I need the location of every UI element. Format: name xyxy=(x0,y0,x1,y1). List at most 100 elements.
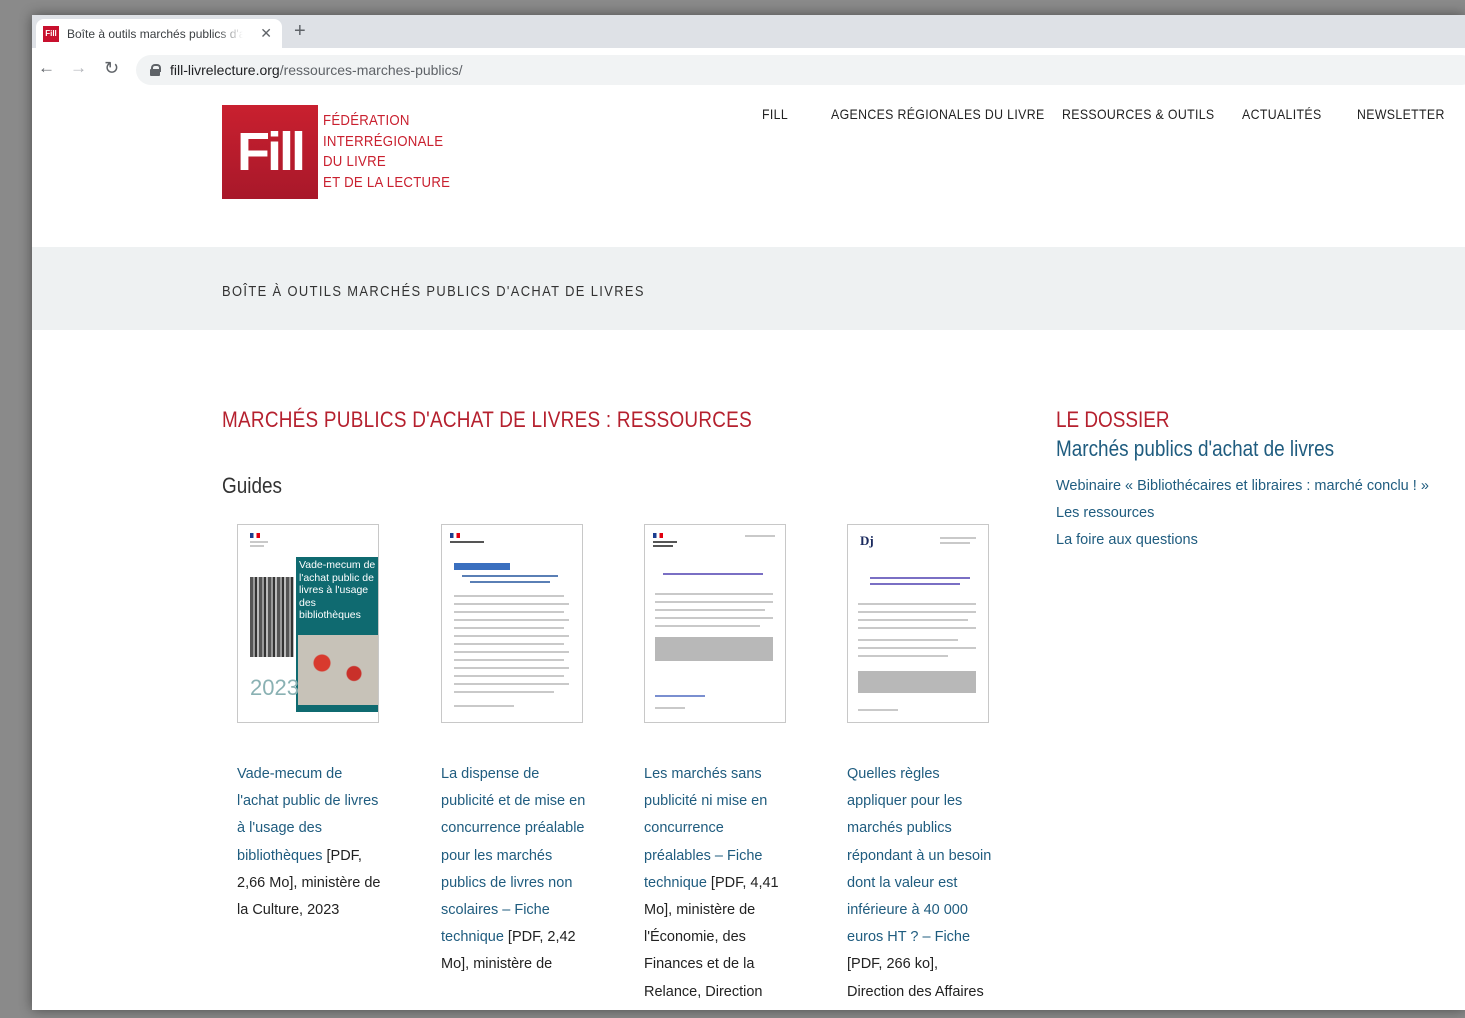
url-text[interactable]: fill-livrelecture.org/ressources-marches… xyxy=(170,62,463,78)
cover-text-line xyxy=(858,619,968,621)
dossier-kicker: LE DOSSIER xyxy=(1056,407,1170,432)
cover-text-line xyxy=(454,659,564,661)
logo-mark: Fill xyxy=(222,105,318,199)
tab-title: Boîte à outils marchés publics d'achat d… xyxy=(67,26,243,41)
cover-text-line xyxy=(454,619,569,621)
guide-description-marches-sans-publicite: Les marchés sans publicité ni mise en co… xyxy=(644,761,794,1006)
web-page: Fill FÉDÉRATION INTERRÉGIONALE DU LIVRE … xyxy=(32,93,1465,1010)
cover-text-line xyxy=(940,537,976,539)
nav-item-fill[interactable]: FILL xyxy=(762,106,788,122)
browser-toolbar: ← → ↻ fill-livrelecture.org/ressources-m… xyxy=(32,48,1465,94)
cover-text-line xyxy=(250,541,268,543)
cover-text-line xyxy=(858,639,958,641)
page-title: BOÎTE À OUTILS MARCHÉS PUBLICS D'ACHAT D… xyxy=(222,283,645,300)
cover-highlight-box xyxy=(858,671,976,693)
cover-text-line xyxy=(470,581,550,583)
forward-arrow-icon[interactable]: → xyxy=(70,58,87,78)
cover-text-line xyxy=(653,545,673,547)
reload-icon[interactable]: ↻ xyxy=(104,58,119,79)
marianne-logo-icon xyxy=(653,533,663,538)
guide-meta: [PDF, 4,41 Mo], ministère de l'Économie,… xyxy=(644,874,779,1000)
library-shelves-image xyxy=(250,577,294,657)
marianne-logo-icon xyxy=(250,533,260,538)
cover-title: Vade-mecum de l'achat public de livres à… xyxy=(299,559,376,621)
tab-strip: Fill Boîte à outils marchés publics d'ac… xyxy=(32,15,1465,48)
cover-text-line xyxy=(858,611,976,613)
cover-text-line xyxy=(870,577,970,579)
dossier-link-ressources[interactable]: Les ressources xyxy=(1056,505,1154,521)
cover-text-line xyxy=(940,542,970,544)
guide-description-dispense: La dispense de publicité et de mise en c… xyxy=(441,761,591,979)
cover-text-line xyxy=(663,573,763,575)
cover-text-line xyxy=(655,601,773,603)
guide-meta: [PDF, 266 ko], Direction des Affaires xyxy=(847,956,984,1000)
logo-line: ET DE LA LECTURE xyxy=(323,173,451,191)
logo-line: FÉDÉRATION xyxy=(323,112,410,129)
logo-wordmark: FÉDÉRATION INTERRÉGIONALE DU LIVRE ET DE… xyxy=(323,111,450,199)
cover-text-line xyxy=(450,541,484,543)
guide-cover-dispense[interactable] xyxy=(441,524,583,723)
guides-heading: Guides xyxy=(222,473,282,498)
cover-text-line xyxy=(745,535,775,537)
cover-banner xyxy=(454,563,510,570)
cover-text-line xyxy=(655,625,760,627)
cover-text-line xyxy=(454,683,569,685)
nav-item-agences[interactable]: AGENCES RÉGIONALES DU LIVRE xyxy=(831,106,1045,122)
nav-item-actualites[interactable]: ACTUALITÉS xyxy=(1242,106,1322,122)
guide-cover-vade-mecum[interactable]: Vade-mecum de l'achat public de livres à… xyxy=(237,524,379,723)
cover-text-line xyxy=(858,627,976,629)
fill-favicon-icon: Fill xyxy=(43,25,59,42)
cover-text-line xyxy=(250,545,264,547)
guide-link-quelles-regles[interactable]: Quelles règles appliquer pour les marché… xyxy=(847,766,991,945)
cover-text-line xyxy=(454,603,569,605)
cover-text-line xyxy=(454,651,569,653)
logo-line: DU LIVRE xyxy=(323,153,387,170)
logo-line: INTERRÉGIONALE xyxy=(323,132,444,150)
cover-year: 2023 xyxy=(250,675,299,700)
marianne-logo-icon xyxy=(450,533,460,538)
back-arrow-icon[interactable]: ← xyxy=(38,58,55,78)
cover-text-line xyxy=(454,675,564,677)
close-icon[interactable]: ✕ xyxy=(260,25,272,42)
section-title: MARCHÉS PUBLICS D'ACHAT DE LIVRES : RESS… xyxy=(222,407,752,432)
cover-text-line xyxy=(653,541,677,543)
cover-text-line xyxy=(858,603,976,605)
dossier-link-webinaire[interactable]: Webinaire « Bibliothécaires et libraires… xyxy=(1056,478,1429,494)
guide-link-dispense[interactable]: La dispense de publicité et de mise en c… xyxy=(441,766,585,945)
daj-logo-icon: Dj xyxy=(860,533,874,548)
cover-text-line xyxy=(454,691,554,693)
nav-item-ressources[interactable]: RESSOURCES & OUTILS xyxy=(1062,106,1215,122)
cover-text-line xyxy=(858,709,898,711)
guide-cover-quelles-regles[interactable]: Dj xyxy=(847,524,989,723)
cover-text-line xyxy=(655,617,773,619)
browser-tab[interactable]: Fill Boîte à outils marchés publics d'ac… xyxy=(36,19,282,48)
new-tab-plus-icon[interactable]: + xyxy=(294,20,306,43)
cover-text-line xyxy=(858,655,948,657)
nav-item-newsletter[interactable]: NEWSLETTER xyxy=(1357,106,1445,122)
cover-text-line xyxy=(454,667,569,669)
cover-text-line xyxy=(870,583,960,585)
cover-text-line xyxy=(655,609,765,611)
guide-cover-marches-sans-publicite[interactable] xyxy=(644,524,786,723)
cover-text-line xyxy=(655,707,685,709)
cover-text-line xyxy=(462,575,558,577)
dossier-link-faq[interactable]: La foire aux questions xyxy=(1056,532,1198,548)
guide-description-quelles-regles: Quelles règles appliquer pour les marché… xyxy=(847,761,997,1006)
lock-icon[interactable] xyxy=(150,64,161,76)
dossier-title: Marchés publics d'achat de livres xyxy=(1056,436,1335,461)
page-title-band: BOÎTE À OUTILS MARCHÉS PUBLICS D'ACHAT D… xyxy=(32,247,1465,330)
cover-text-line xyxy=(454,611,564,613)
reading-room-image xyxy=(298,635,378,705)
url-path: /ressources-marches-publics/ xyxy=(279,62,463,78)
cover-text-line xyxy=(454,635,569,637)
cover-text-line xyxy=(454,627,564,629)
url-domain: fill-livrelecture.org xyxy=(170,62,280,78)
guide-link-marches-sans-publicite[interactable]: Les marchés sans publicité ni mise en co… xyxy=(644,766,767,891)
browser-window: Fill Boîte à outils marchés publics d'ac… xyxy=(32,15,1465,1010)
cover-text-line xyxy=(454,705,514,707)
cover-text-line xyxy=(454,643,564,645)
site-logo[interactable]: Fill FÉDÉRATION INTERRÉGIONALE DU LIVRE … xyxy=(222,105,468,199)
address-bar[interactable]: fill-livrelecture.org/ressources-marches… xyxy=(136,55,1465,85)
cover-text-line xyxy=(454,595,564,597)
cover-text-line xyxy=(858,647,976,649)
